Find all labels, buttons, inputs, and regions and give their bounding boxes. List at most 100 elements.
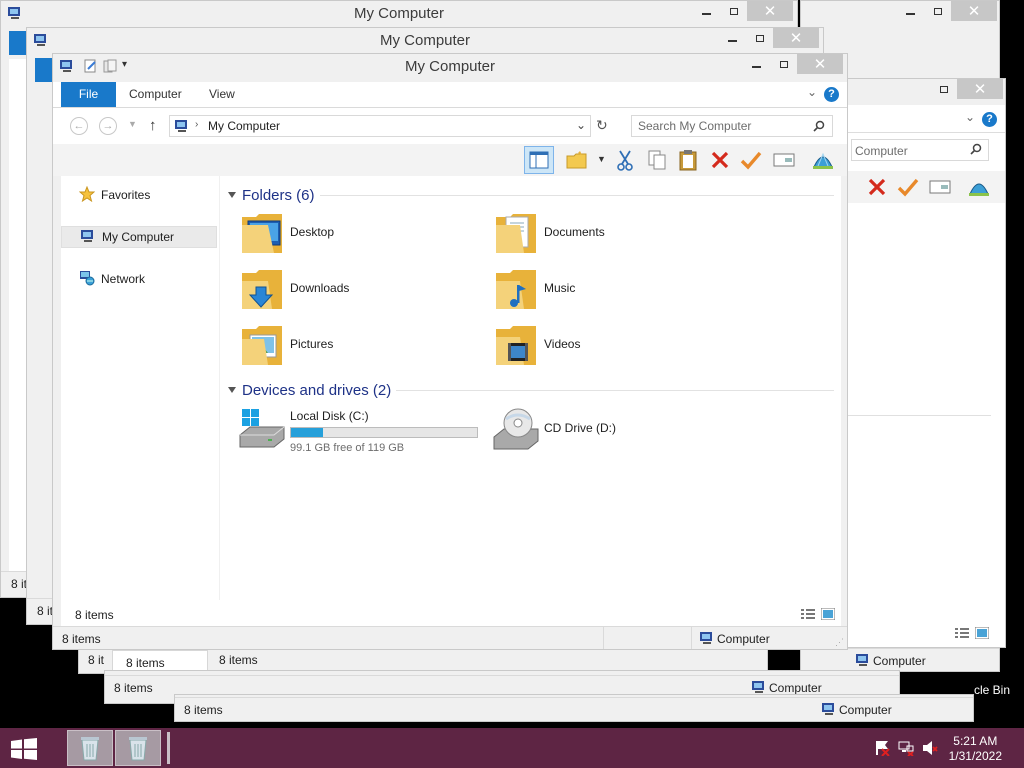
large-icons-view-icon[interactable] — [974, 626, 990, 642]
group-header-drives[interactable]: Devices and drives (2) — [228, 380, 391, 400]
folder-downloads[interactable]: Downloads — [238, 265, 478, 315]
paste-button[interactable] — [676, 148, 700, 172]
new-folder-button[interactable] — [565, 148, 589, 172]
delete-button[interactable] — [708, 148, 732, 172]
background-titlebar[interactable]: My Computer ✕ — [1, 1, 797, 27]
background-titlebar[interactable]: ✕ — [827, 79, 1005, 105]
sidebar-item-network[interactable]: Network — [61, 268, 217, 290]
minimize-button[interactable] — [743, 54, 770, 74]
close-button[interactable]: ✕ — [747, 1, 793, 21]
help-icon[interactable]: ? — [982, 112, 997, 127]
sidebar-item-my-computer[interactable]: My Computer — [61, 226, 217, 248]
title-bar[interactable]: ▾ My Computer ✕ — [53, 54, 847, 80]
back-button[interactable]: ← — [70, 117, 88, 135]
recent-locations-icon[interactable]: ▼ — [128, 119, 137, 129]
rename-button[interactable] — [772, 148, 796, 172]
star-icon — [78, 185, 96, 205]
cut-button[interactable] — [613, 148, 637, 172]
view-toggle[interactable] — [955, 626, 990, 642]
folder-label: Desktop — [290, 225, 335, 239]
folder-pictures[interactable]: Pictures — [238, 321, 478, 371]
close-button[interactable]: ✕ — [773, 28, 819, 48]
drive-cd-d[interactable]: CD Drive (D:) — [492, 405, 732, 455]
start-button[interactable] — [10, 738, 38, 763]
window-title: My Computer — [404, 58, 496, 75]
folder-music[interactable]: Music — [492, 265, 732, 315]
network-status-icon[interactable] — [898, 740, 914, 759]
select-all-button[interactable] — [739, 148, 763, 172]
minimize-button[interactable] — [897, 1, 924, 21]
group-header-folders[interactable]: Folders (6) — [228, 185, 315, 205]
copy-button[interactable] — [645, 148, 669, 172]
maximize-button[interactable] — [746, 28, 773, 48]
check-icon[interactable] — [897, 177, 919, 200]
details-view-icon[interactable] — [801, 608, 815, 623]
shell-icon[interactable] — [967, 176, 991, 201]
delete-icon[interactable] — [867, 177, 887, 200]
breadcrumb-separator-icon[interactable]: › — [195, 119, 198, 130]
breadcrumb[interactable]: My Computer — [208, 119, 280, 133]
taskbar-recycle-bin-1[interactable] — [67, 730, 113, 766]
search-input[interactable] — [638, 118, 798, 134]
details-view-icon[interactable] — [955, 627, 969, 642]
chevron-down-icon[interactable]: ⌄ — [807, 85, 817, 99]
maximize-button[interactable] — [770, 54, 797, 74]
new-folder-dropdown-icon[interactable]: ▼ — [597, 154, 606, 164]
chevron-down-icon[interactable]: ⌄ — [965, 110, 975, 124]
computer-icon — [80, 229, 96, 246]
refresh-icon[interactable]: ↻ — [596, 117, 608, 134]
close-button[interactable]: ✕ — [951, 1, 997, 21]
tab-computer[interactable]: Computer — [129, 82, 182, 107]
collapse-triangle-icon[interactable] — [228, 387, 236, 393]
rename-icon[interactable] — [929, 179, 951, 198]
resize-grip-icon[interactable]: ⋰ — [835, 637, 844, 648]
drive-local-disk-c[interactable]: Local Disk (C:) 99.1 GB free of 119 GB — [238, 405, 478, 455]
tab-file[interactable]: File — [61, 82, 116, 107]
background-titlebar[interactable]: My Computer ✕ — [27, 28, 823, 54]
folder-videos[interactable]: Videos — [492, 321, 732, 371]
minimize-button[interactable] — [693, 1, 720, 21]
forward-button[interactable]: → — [99, 117, 117, 135]
close-button[interactable]: ✕ — [797, 54, 843, 74]
shell-button[interactable] — [811, 148, 835, 172]
navigation-pane: Favorites My Computer Network — [61, 176, 219, 626]
maximize-button[interactable] — [924, 1, 951, 21]
action-center-flag-icon[interactable] — [874, 740, 890, 759]
close-button[interactable]: ✕ — [957, 79, 1003, 99]
tab-view[interactable]: View — [209, 82, 235, 107]
maximize-button[interactable] — [930, 79, 957, 99]
search-icon[interactable] — [813, 120, 825, 135]
address-bar[interactable]: › My Computer ⌄ — [169, 115, 591, 137]
music-folder-icon — [496, 270, 536, 309]
status-items-partial: 8 it — [37, 604, 54, 618]
hard-drive-icon — [239, 409, 285, 448]
status-computer-label: Computer — [839, 703, 892, 717]
search-box[interactable] — [631, 115, 833, 137]
explorer-window[interactable]: ▾ My Computer ✕ File Computer View ⌄ ? ←… — [52, 53, 848, 650]
folder-documents[interactable]: Documents — [492, 209, 732, 259]
background-window-explorer[interactable]: ✕ ? ⌄ Computer — [826, 78, 1006, 648]
window-title: My Computer — [353, 5, 445, 22]
large-icons-view-icon[interactable] — [820, 607, 836, 623]
clock-time: 5:21 AM — [953, 734, 998, 748]
background-search[interactable]: Computer — [851, 139, 989, 161]
minimize-button[interactable] — [719, 28, 746, 48]
computer-icon — [855, 653, 871, 670]
recycle-bin-desktop-label[interactable]: cle Bin — [974, 683, 1010, 697]
collapse-triangle-icon[interactable] — [228, 192, 236, 198]
preview-pane-button[interactable] — [524, 146, 554, 174]
background-window-5[interactable]: 8 items Computer — [174, 694, 974, 722]
folder-desktop[interactable]: Desktop — [238, 209, 478, 259]
system-clock[interactable]: 5:21 AM 1/31/2022 — [949, 734, 1002, 764]
sidebar-item-favorites[interactable]: Favorites — [61, 184, 217, 206]
preview-pane-icon — [529, 151, 549, 169]
pictures-folder-icon — [242, 326, 282, 365]
address-dropdown-icon[interactable]: ⌄ — [576, 118, 586, 132]
taskbar-recycle-bin-2[interactable] — [115, 730, 161, 766]
volume-muted-icon[interactable] — [922, 740, 938, 759]
background-titlebar[interactable]: ✕ — [801, 1, 999, 27]
help-icon[interactable]: ? — [824, 87, 839, 102]
up-arrow-icon[interactable]: ↑ — [149, 117, 157, 134]
folder-label: Videos — [544, 337, 581, 351]
maximize-button[interactable] — [720, 1, 747, 21]
